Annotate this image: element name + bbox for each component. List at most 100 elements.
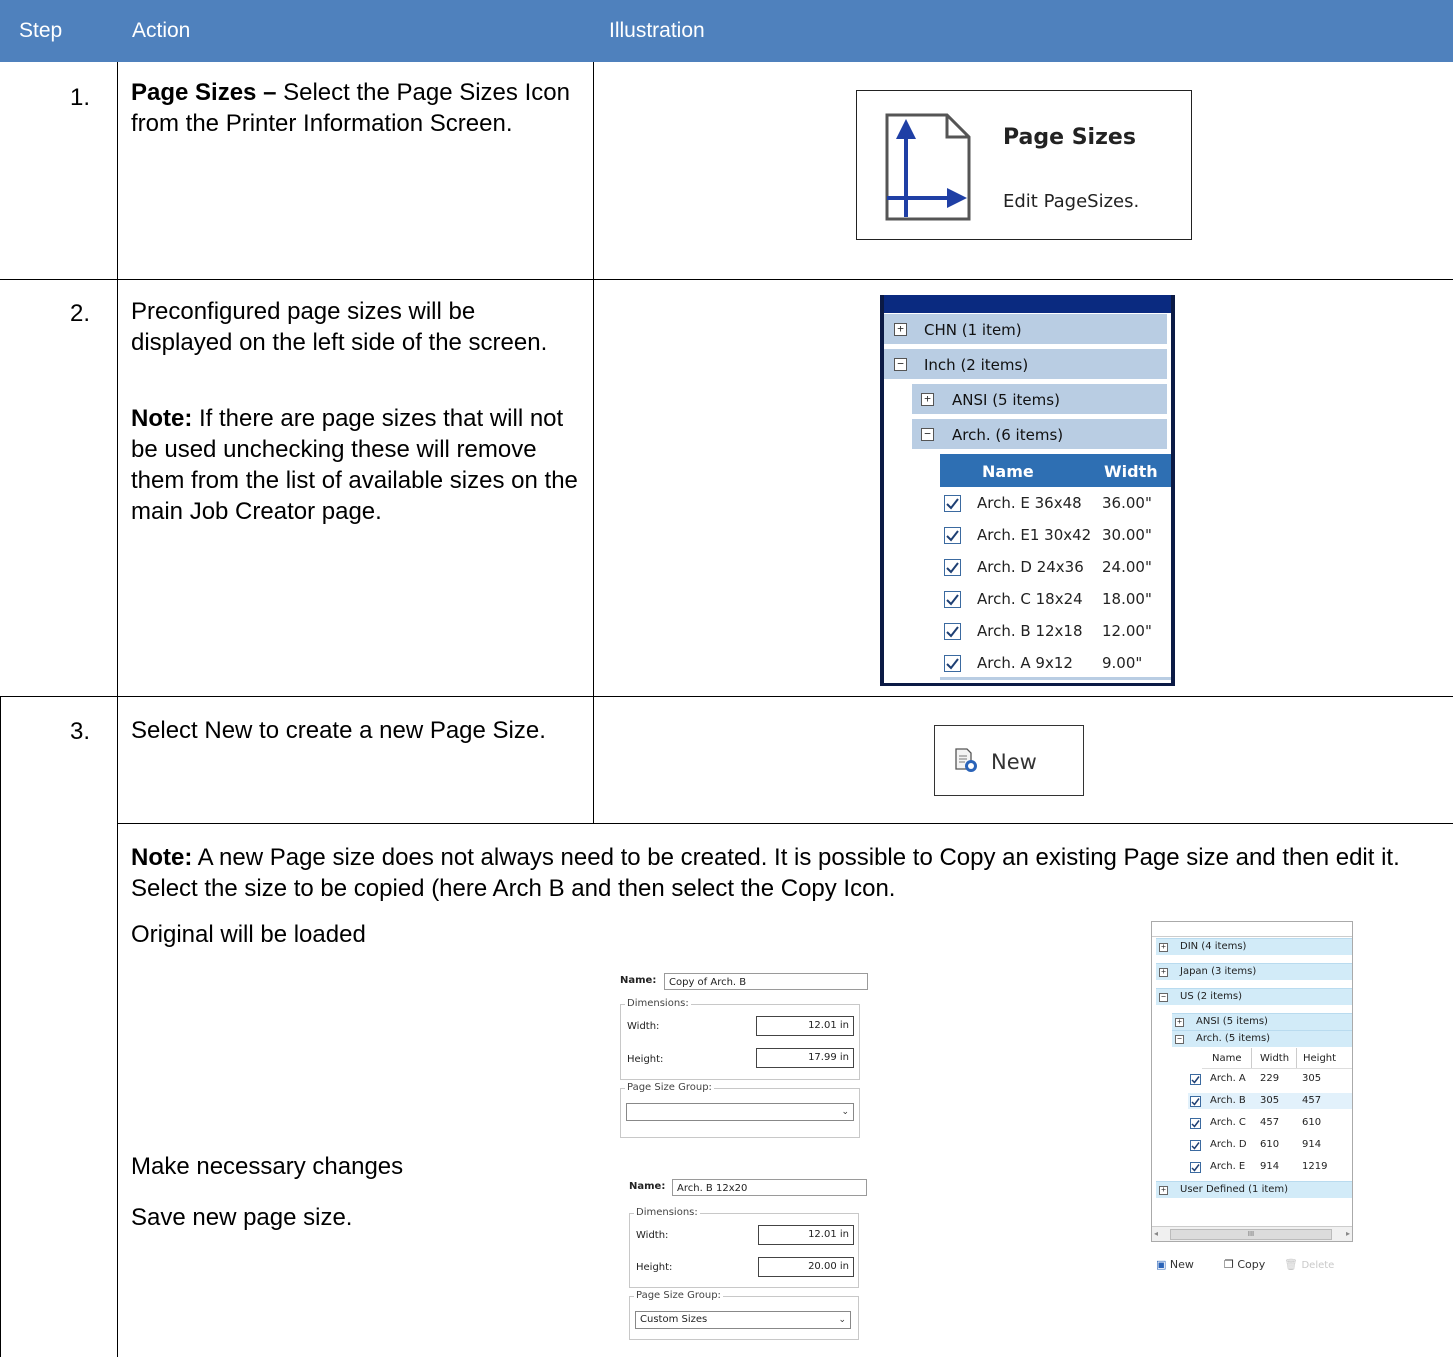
scroll-right-icon[interactable]: ▸ xyxy=(1346,1229,1350,1238)
table-header: Step Action Illustration xyxy=(0,0,1453,62)
name-field[interactable]: Copy of Arch. B xyxy=(664,973,868,990)
page-sizes-subtitle: Edit PageSizes. xyxy=(1003,191,1140,212)
page-size-group-select[interactable]: Custom Sizes ⌄ xyxy=(635,1311,851,1329)
scroll-left-icon[interactable]: ◂ xyxy=(1154,1229,1158,1238)
check-icon xyxy=(946,658,959,670)
dimensions-legend: Dimensions: xyxy=(634,1207,700,1218)
tree-group[interactable]: + ANSI (5 items) xyxy=(1172,1013,1352,1030)
check-icon xyxy=(946,594,959,606)
page-size-form-edited: Name: Arch. B 12x20 Dimensions: Width: 1… xyxy=(627,1176,867,1346)
dimensions-legend: Dimensions: xyxy=(625,998,691,1009)
tree-group[interactable]: + DIN (4 items) xyxy=(1156,938,1352,955)
tree-group[interactable]: + Japan (3 items) xyxy=(1156,963,1352,980)
checkbox[interactable] xyxy=(1190,1096,1201,1107)
page-size-form-original: Name: Copy of Arch. B Dimensions: Width:… xyxy=(618,970,868,1140)
list-item[interactable]: Arch. D 610 914 xyxy=(1188,1137,1352,1153)
list-item[interactable]: Arch. C 457 610 xyxy=(1188,1115,1352,1131)
tree-group[interactable]: − US (2 items) xyxy=(1156,988,1352,1005)
page-size-icon xyxy=(885,113,971,226)
expand-icon[interactable]: + xyxy=(894,323,907,336)
note-bold: Note: xyxy=(131,844,193,871)
list-item[interactable]: Arch. B 12x18 12.00" xyxy=(940,615,1171,647)
checkbox[interactable] xyxy=(944,655,961,672)
scroll-thumb[interactable]: III xyxy=(1170,1229,1332,1240)
column-width[interactable]: Width xyxy=(1260,1053,1289,1064)
row-width: 229 xyxy=(1260,1073,1280,1084)
col-divider-2 xyxy=(593,62,594,823)
expand-icon[interactable]: + xyxy=(1159,943,1168,952)
collapse-icon[interactable]: − xyxy=(894,358,907,371)
header-action: Action xyxy=(132,19,191,42)
list-item[interactable]: Arch. E1 30x42 30.00" xyxy=(940,519,1171,551)
column-name[interactable]: Name xyxy=(982,462,1034,481)
tree-group-chn[interactable]: + CHN (1 item) xyxy=(884,314,1167,344)
width-field[interactable]: 12.01 in xyxy=(756,1016,854,1036)
collapse-icon[interactable]: − xyxy=(921,428,934,441)
checkbox[interactable] xyxy=(944,527,961,544)
row1-bottom-rule xyxy=(0,279,1453,280)
checkbox[interactable] xyxy=(1190,1074,1201,1085)
page-size-tree-full: + DIN (4 items) + Japan (3 items) − US (2 ite… xyxy=(1151,921,1353,1242)
new-button-label: New xyxy=(991,750,1037,774)
copy-tool-button[interactable]: ❐ Copy xyxy=(1224,1258,1265,1271)
tree-title-bar xyxy=(884,295,1171,313)
check-icon xyxy=(946,626,959,638)
row3-bottom-rule xyxy=(117,823,1453,824)
name-label: Name: xyxy=(629,1181,666,1192)
page-sizes-tile[interactable]: Page Sizes Edit PageSizes. xyxy=(856,90,1192,240)
checkbox[interactable] xyxy=(1190,1140,1201,1151)
checkbox[interactable] xyxy=(944,559,961,576)
list-item[interactable]: Arch. A 229 305 xyxy=(1188,1071,1352,1087)
height-field[interactable]: 17.99 in xyxy=(756,1048,854,1068)
row-name: Arch. B xyxy=(1210,1095,1246,1106)
tree-group-label: Inch (2 items) xyxy=(924,356,1029,374)
tree-group-user-defined[interactable]: + User Defined (1 item) xyxy=(1156,1181,1352,1198)
check-icon xyxy=(1191,1142,1200,1150)
name-field[interactable]: Arch. B 12x20 xyxy=(672,1179,867,1196)
expand-icon[interactable]: + xyxy=(1159,968,1168,977)
checkbox[interactable] xyxy=(944,495,961,512)
expand-icon[interactable]: + xyxy=(1159,1186,1168,1195)
new-button[interactable]: New xyxy=(934,725,1084,796)
tree-group[interactable]: − Arch. (5 items) xyxy=(1172,1030,1352,1047)
row-name: Arch. D 24x36 xyxy=(977,558,1084,576)
expand-icon[interactable]: + xyxy=(921,393,934,406)
width-field[interactable]: 12.01 in xyxy=(758,1225,854,1245)
page-size-tree: + CHN (1 item) − Inch (2 items) + ANSI (… xyxy=(880,295,1175,686)
delete-tool-button[interactable]: 🗑 Delete xyxy=(1284,1258,1334,1271)
checkbox[interactable] xyxy=(1190,1118,1201,1129)
tree-group-inch[interactable]: − Inch (2 items) xyxy=(884,349,1167,379)
list-item[interactable]: Arch. E 914 1219 xyxy=(1188,1159,1352,1175)
check-icon xyxy=(1191,1076,1200,1084)
list-item[interactable]: Arch. A 9x12 9.00" xyxy=(940,647,1171,679)
step2-text: Preconfigured page sizes will be display… xyxy=(131,298,548,356)
list-item[interactable]: Arch. B 305 457 xyxy=(1188,1093,1352,1109)
column-height[interactable]: Height xyxy=(1303,1053,1336,1064)
tree-group-ansi[interactable]: + ANSI (5 items) xyxy=(912,384,1167,414)
row-name: Arch. B 12x18 xyxy=(977,622,1083,640)
new-tool-button[interactable]: ▣ New xyxy=(1156,1258,1194,1271)
expand-icon[interactable]: − xyxy=(1159,993,1168,1002)
step1-bold: Page Sizes – xyxy=(131,79,277,106)
list-item[interactable]: Arch. D 24x36 24.00" xyxy=(940,551,1171,583)
row-width: 914 xyxy=(1260,1161,1280,1172)
list-item[interactable]: Arch. C 18x24 18.00" xyxy=(940,583,1171,615)
horizontal-scrollbar[interactable]: ◂ III ▸ xyxy=(1152,1226,1352,1241)
col-divider-1 xyxy=(117,62,118,1357)
tree-group-label: DIN (4 items) xyxy=(1180,941,1247,952)
tree-group-label: Arch. (5 items) xyxy=(1196,1033,1271,1044)
row-width: 610 xyxy=(1260,1139,1280,1150)
row-name: Arch. E 36x48 xyxy=(977,494,1082,512)
checkbox[interactable] xyxy=(944,591,961,608)
expand-icon[interactable]: − xyxy=(1175,1035,1184,1044)
height-field[interactable]: 20.00 in xyxy=(758,1257,854,1277)
tree-group-arch[interactable]: − Arch. (6 items) xyxy=(912,419,1167,449)
checkbox[interactable] xyxy=(944,623,961,640)
row-width: 36.00" xyxy=(1102,494,1152,512)
list-item[interactable]: Arch. E 36x48 36.00" xyxy=(940,487,1171,519)
expand-icon[interactable]: + xyxy=(1175,1018,1184,1027)
column-name[interactable]: Name xyxy=(1212,1053,1242,1064)
checkbox[interactable] xyxy=(1190,1162,1201,1173)
column-width[interactable]: Width xyxy=(1104,462,1158,481)
page-size-group-select[interactable]: ⌄ xyxy=(626,1103,854,1121)
